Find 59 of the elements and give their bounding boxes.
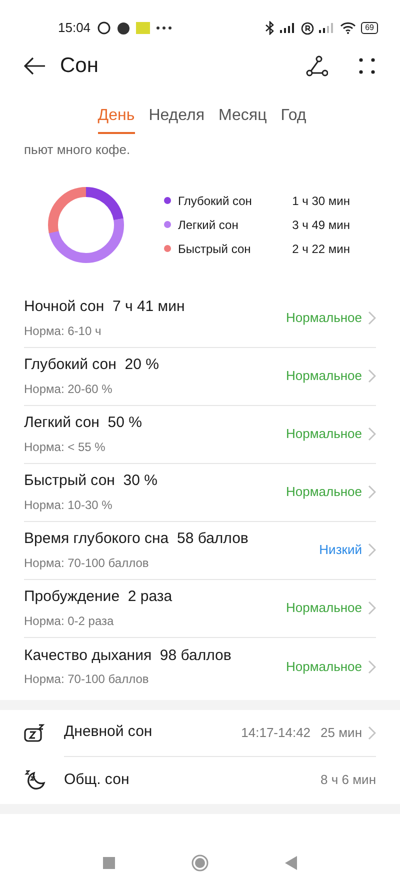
- more-button[interactable]: [358, 57, 376, 75]
- metric-title: Легкий сон 50 %: [24, 413, 143, 434]
- tab[interactable]: Год: [280, 104, 306, 134]
- legend-label: Быстрый сон: [178, 240, 252, 258]
- metric-norm: Норма: 70-100 баллов: [24, 671, 150, 688]
- legend-label: Глубокий сон: [178, 192, 253, 210]
- legend-value: 2 ч 22 мин: [292, 240, 350, 258]
- signal-icon: [319, 23, 336, 33]
- metric-title: Быстрый сон 30 %: [24, 471, 158, 492]
- metric-norm: Норма: 70-100 баллов: [24, 554, 150, 572]
- metric-title: Время глубокого сна 58 баллов: [24, 529, 250, 550]
- tab[interactable]: Неделя: [148, 104, 204, 134]
- metric-title: Пробуждение 2 раза: [24, 587, 174, 608]
- metric-title: Ночной сон 7 ч 41 мин: [24, 297, 186, 318]
- chevron-icon: [368, 543, 376, 557]
- metric-norm: Норма: 20-60 %: [24, 380, 114, 398]
- status-text: Нормальное: [286, 425, 362, 444]
- summary-value: 8 ч 6 мин: [320, 771, 376, 790]
- metric-title: Качество дыхания 98 баллов: [24, 646, 232, 666]
- roaming-icon: [301, 22, 314, 34]
- chevron-icon: [368, 660, 376, 674]
- moon-sleep-icon: [24, 769, 46, 791]
- status-text: Нормальное: [286, 658, 362, 676]
- tab[interactable]: Месяц: [218, 104, 267, 134]
- pillow-sleep-icon: [24, 723, 46, 743]
- more-icon: [156, 26, 172, 30]
- metric-norm: Норма: 0-2 раза: [24, 612, 115, 630]
- status-text: Нормальное: [286, 367, 362, 386]
- status-time: 15:04: [58, 19, 91, 38]
- legend-value: 3 ч 49 мин: [292, 216, 350, 234]
- metric-title: Глубокий сон 20 %: [24, 355, 160, 376]
- battery-icon: 69: [361, 22, 378, 34]
- back-button[interactable]: [24, 57, 46, 75]
- status-text: Низкий: [319, 541, 362, 560]
- share-button[interactable]: [306, 55, 328, 77]
- status-text: Нормальное: [286, 599, 362, 618]
- metric-norm: Норма: 10-30 %: [24, 496, 114, 514]
- page-title: Сон: [60, 53, 100, 80]
- metric-norm: Норма: < 55 %: [24, 438, 106, 456]
- chevron-icon: [368, 369, 376, 383]
- bluetooth-icon: [265, 21, 276, 35]
- summary-time: 14:17-14:42: [241, 724, 311, 742]
- description-text: пьют много кофе.: [23, 141, 132, 159]
- summary-label: Общ. сон: [64, 770, 130, 790]
- chevron-icon: [368, 311, 376, 325]
- legend-label: Легкий сон: [178, 216, 240, 234]
- legend-value: 1 ч 30 мин: [292, 192, 350, 210]
- chevron-icon: [368, 427, 376, 441]
- chevron-icon: [368, 485, 376, 499]
- chevron-icon: [368, 601, 376, 615]
- signal-icon: [280, 23, 296, 33]
- wifi-icon: [340, 22, 356, 34]
- home-button[interactable]: [191, 854, 209, 872]
- summary-value: 25 мин: [320, 724, 362, 742]
- status-text: Нормальное: [286, 309, 362, 328]
- status-text: Нормальное: [286, 483, 362, 502]
- back-nav-button[interactable]: [285, 856, 297, 870]
- summary-label: Дневной сон: [64, 722, 154, 742]
- metric-norm: Норма: 6-10 ч: [24, 322, 102, 340]
